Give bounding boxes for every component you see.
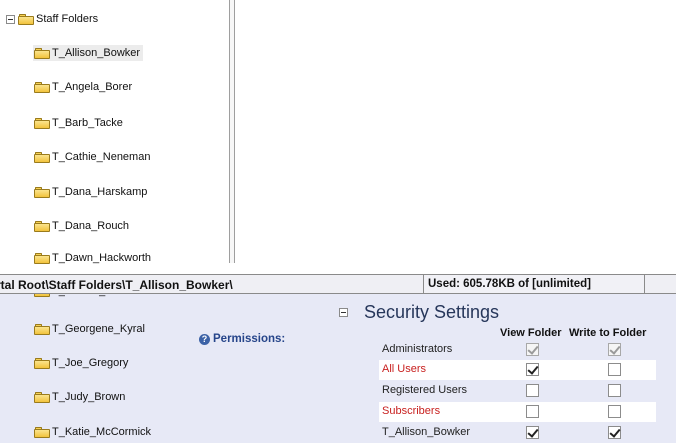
tree-item[interactable]: T_Georgene_Kyral xyxy=(33,321,148,337)
tree-item[interactable]: T_Dawn_Hackworth xyxy=(33,250,154,266)
tree-item[interactable]: T_Judy_Brown xyxy=(33,389,128,405)
tree-root-label: Staff Folders xyxy=(36,13,99,25)
tree-item-label: T_Barb_Tacke xyxy=(52,117,123,129)
role-name: Registered Users xyxy=(382,384,467,396)
tree-item-label: T_Joe_Gregory xyxy=(52,357,129,369)
write-folder-checkbox[interactable] xyxy=(608,363,621,376)
tree-item-label: T_Dana_Rouch xyxy=(52,220,130,232)
write-folder-checkbox[interactable] xyxy=(608,405,621,418)
tree-item[interactable]: T_Joe_Gregory xyxy=(33,355,131,371)
tree-item[interactable]: T_Angela_Borer xyxy=(33,79,135,95)
tree-item-label: T_Cathie_Neneman xyxy=(52,151,151,163)
tree-item[interactable]: T_Dana_Harskamp xyxy=(33,184,150,200)
security-collapse-icon[interactable] xyxy=(339,308,348,317)
view-folder-checkbox[interactable] xyxy=(526,426,539,439)
write-folder-checkbox xyxy=(608,343,621,356)
role-name: Subscribers xyxy=(382,405,441,417)
pane-splitter[interactable] xyxy=(229,0,235,263)
collapse-icon[interactable] xyxy=(6,14,15,24)
tree-item[interactable]: T_Barb_Tacke xyxy=(33,115,126,131)
folder-icon xyxy=(34,357,51,369)
tree-item-label: T_Katie_McCormick xyxy=(52,426,152,438)
tree-item[interactable]: T_Cathie_Neneman xyxy=(33,149,153,165)
folder-icon xyxy=(34,186,51,198)
write-folder-checkbox[interactable] xyxy=(608,426,621,439)
role-name: Administrators xyxy=(382,343,453,355)
storage-usage: Used: 605.78KB of [unlimited] xyxy=(423,275,645,293)
folder-icon xyxy=(34,426,51,438)
view-folder-checkbox[interactable] xyxy=(526,405,539,418)
folder-icon xyxy=(34,151,51,163)
permissions-label-text: Permissions: xyxy=(213,333,286,345)
tree-item[interactable]: T_Dana_Rouch xyxy=(33,218,132,234)
path-bar: rtal Root\Staff Folders\T_Allison_Bowker… xyxy=(0,274,676,294)
tree-item-label: T_Dawn_Hackworth xyxy=(52,252,152,264)
permission-row: Administrators xyxy=(379,340,656,360)
role-name: All Users xyxy=(382,363,427,375)
permission-row: T_Allison_Bowker xyxy=(379,423,656,443)
folder-icon xyxy=(34,117,51,129)
view-folder-checkbox[interactable] xyxy=(526,384,539,397)
tree-root[interactable]: Staff Folders xyxy=(6,11,98,27)
folder-icon xyxy=(34,220,51,232)
permission-row: All Users xyxy=(379,360,656,380)
view-folder-checkbox xyxy=(526,343,539,356)
permission-row: Registered Users xyxy=(379,381,656,401)
tree-item-label: T_Judy_Brown xyxy=(52,391,126,403)
col-view-folder: View Folder xyxy=(500,327,562,339)
security-settings-title: Security Settings xyxy=(364,302,500,322)
tree-item[interactable]: T_Katie_McCormick xyxy=(33,424,154,440)
tree-item-label: T_Georgene_Kyral xyxy=(52,323,145,335)
folder-icon xyxy=(34,323,51,335)
folder-icon xyxy=(34,81,51,93)
tree-item-label: T_Angela_Borer xyxy=(52,81,133,93)
write-folder-checkbox[interactable] xyxy=(608,384,621,397)
folder-icon xyxy=(34,391,51,403)
role-name: T_Allison_Bowker xyxy=(382,426,471,438)
folder-icon xyxy=(18,13,35,25)
folder-icon xyxy=(34,47,51,59)
tree-item-label: T_Dana_Harskamp xyxy=(52,186,148,198)
tree-item[interactable]: T_Allison_Bowker xyxy=(33,45,144,61)
current-path: rtal Root\Staff Folders\T_Allison_Bowker… xyxy=(0,278,233,292)
permission-row: Subscribers xyxy=(379,402,656,422)
folder-icon xyxy=(34,252,51,264)
col-write-folder: Write to Folder xyxy=(569,327,647,339)
tree-item-label: T_Allison_Bowker xyxy=(52,47,141,59)
view-folder-checkbox[interactable] xyxy=(526,363,539,376)
permissions-label: ? Permissions: xyxy=(199,333,285,345)
help-icon[interactable]: ? xyxy=(199,333,210,345)
